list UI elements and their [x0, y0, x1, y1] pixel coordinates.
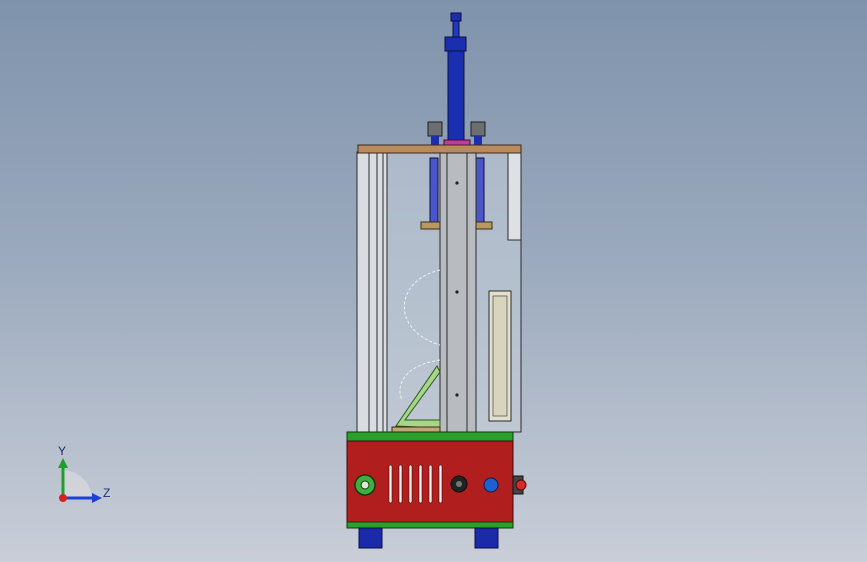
graphics-viewport[interactable]: Y Z — [0, 0, 867, 562]
foot-left — [358, 527, 383, 549]
column-bolt-3 — [455, 393, 459, 397]
guide-block-left — [427, 121, 443, 137]
cylinder-head — [444, 36, 467, 52]
frame-panel-right — [507, 151, 522, 241]
pneumatic-cylinder — [447, 50, 465, 142]
emergency-stop[interactable] — [515, 479, 527, 491]
vent-slot — [398, 464, 403, 504]
vent-slot — [388, 464, 393, 504]
guide-post-right — [474, 136, 482, 145]
vent-slot — [408, 464, 413, 504]
cylinder-rod — [452, 20, 460, 38]
guide-post-left — [431, 136, 439, 145]
side-panel-inner — [492, 295, 508, 417]
guide-rod-left — [429, 157, 439, 225]
selector-knob-center — [456, 481, 462, 487]
column-bolt-1 — [455, 181, 459, 185]
vent-slot — [428, 464, 433, 504]
power-switch-center — [360, 480, 370, 490]
triad-z-arrow — [92, 493, 102, 503]
triad-origin-arc — [63, 470, 92, 498]
cylinder-cap — [450, 12, 462, 22]
guide-rod-right — [475, 157, 485, 225]
support-base — [391, 426, 441, 433]
guide-block-right — [470, 121, 486, 137]
vent-slot — [418, 464, 423, 504]
base-top-trim — [346, 431, 514, 442]
cad-model[interactable] — [0, 0, 867, 562]
top-plate — [357, 144, 522, 154]
base-bottom-trim — [346, 521, 514, 529]
triad-y-arrow — [58, 458, 68, 468]
rod-clamp-left — [420, 221, 441, 230]
rod-clamp-right — [473, 221, 493, 230]
foot-right — [474, 527, 499, 549]
column-bolt-2 — [455, 290, 459, 294]
vent-slot — [438, 464, 443, 504]
indicator-lamp — [483, 477, 499, 493]
triad-z-label: Z — [103, 486, 111, 500]
triad-x-axis — [59, 494, 67, 502]
triad-y-label: Y — [58, 444, 67, 458]
